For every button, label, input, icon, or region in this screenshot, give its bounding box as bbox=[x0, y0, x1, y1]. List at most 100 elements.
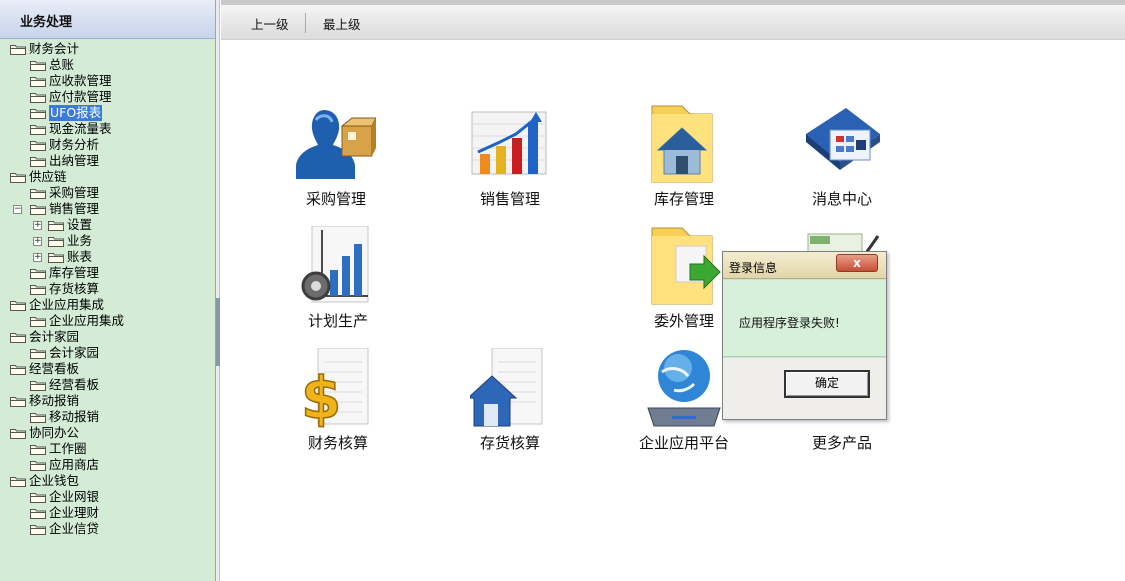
tree-item[interactable]: 财务会计 bbox=[0, 41, 215, 57]
tree-item[interactable]: 应付款管理 bbox=[0, 89, 215, 105]
expand-icon[interactable]: + bbox=[33, 221, 42, 230]
app-stock-accounting[interactable]: 存货核算 bbox=[440, 348, 560, 458]
tree-item-label: 经营看板 bbox=[29, 361, 80, 376]
app-outsourcing[interactable]: 委外管理 bbox=[614, 226, 734, 336]
dialog-message: 应用程序登录失败! bbox=[739, 316, 840, 330]
dialog-titlebar[interactable]: 登录信息 x bbox=[723, 252, 886, 279]
close-icon[interactable]: x bbox=[836, 254, 878, 272]
folder-icon bbox=[30, 317, 46, 327]
tree-item-label: 设置 bbox=[67, 217, 93, 232]
app-label: 销售管理 bbox=[479, 190, 540, 208]
tree-item[interactable]: + 账表 bbox=[0, 249, 215, 265]
folder-icon bbox=[30, 93, 46, 103]
app-label: 库存管理 bbox=[653, 190, 714, 208]
stock-accounting-icon bbox=[470, 348, 543, 427]
tree-item[interactable]: 工作圈 bbox=[0, 441, 215, 457]
app-message-center[interactable]: 消息中心 bbox=[772, 104, 892, 214]
folder-icon bbox=[10, 301, 26, 311]
app-enterprise-platform[interactable]: 企业应用平台 bbox=[614, 348, 734, 458]
folder-icon bbox=[30, 61, 46, 71]
tree-item[interactable]: 企业钱包 bbox=[0, 473, 215, 489]
sales-chart-icon bbox=[471, 111, 547, 175]
ok-button[interactable]: 确定 bbox=[784, 370, 870, 398]
folder-icon bbox=[30, 109, 46, 119]
tree-item-label: 会计家园 bbox=[29, 329, 80, 344]
toolbar: 上一级 最上级 bbox=[221, 0, 1125, 40]
tree-item-label: 出纳管理 bbox=[49, 153, 100, 168]
tree-item[interactable]: 会计家园 bbox=[0, 329, 215, 345]
expand-icon[interactable]: + bbox=[33, 253, 42, 262]
tree-item[interactable]: 现金流量表 bbox=[0, 121, 215, 137]
tree-item-label: 移动报销 bbox=[49, 409, 100, 424]
app-label: 消息中心 bbox=[811, 190, 872, 208]
tree-item[interactable]: 经营看板 bbox=[0, 377, 215, 393]
panel-splitter[interactable] bbox=[216, 0, 220, 581]
tree-item-label: 应付款管理 bbox=[49, 89, 112, 104]
folder-icon bbox=[30, 157, 46, 167]
folder-icon bbox=[10, 365, 26, 375]
app-inventory[interactable]: 库存管理 bbox=[614, 104, 734, 214]
tree-item[interactable]: 库存管理 bbox=[0, 265, 215, 281]
tree-item[interactable]: 企业网银 bbox=[0, 489, 215, 505]
tree-item[interactable]: 移动报销 bbox=[0, 409, 215, 425]
tree-item[interactable]: 出纳管理 bbox=[0, 153, 215, 169]
tree-item[interactable]: 采购管理 bbox=[0, 185, 215, 201]
tree-item-label: 移动报销 bbox=[29, 393, 80, 408]
folder-icon bbox=[10, 477, 26, 487]
app-label: 采购管理 bbox=[305, 190, 366, 208]
tree-item[interactable]: 存货核算 bbox=[0, 281, 215, 297]
tree-item[interactable]: 会计家园 bbox=[0, 345, 215, 361]
toolbar-separator bbox=[305, 13, 306, 33]
tree-item-label: 现金流量表 bbox=[49, 121, 112, 136]
tree-item-label: 供应链 bbox=[29, 169, 67, 184]
tree-item-label: 账表 bbox=[67, 249, 93, 264]
tree-item[interactable]: 应收款管理 bbox=[0, 73, 215, 89]
app-sales[interactable]: 销售管理 bbox=[440, 104, 560, 214]
top-level-button[interactable]: 最上级 bbox=[323, 14, 361, 33]
tree-item-label: 应收款管理 bbox=[49, 73, 112, 88]
tree-item[interactable]: 应用商店 bbox=[0, 457, 215, 473]
tree-item[interactable]: 总账 bbox=[0, 57, 215, 73]
tree-item[interactable]: 企业应用集成 bbox=[0, 313, 215, 329]
app-label: 存货核算 bbox=[479, 434, 540, 452]
folder-icon bbox=[48, 237, 64, 247]
app-finance-accounting[interactable]: $ 财务核算 bbox=[268, 348, 388, 458]
tree-item-label: 企业信贷 bbox=[49, 521, 100, 536]
tree-item[interactable]: 财务分析 bbox=[0, 137, 215, 153]
folder-icon bbox=[10, 429, 26, 439]
folder-icon bbox=[10, 333, 26, 343]
tree-item[interactable]: 协同办公 bbox=[0, 425, 215, 441]
tree-item[interactable]: 企业理财 bbox=[0, 505, 215, 521]
tree-item[interactable]: + 业务 bbox=[0, 233, 215, 249]
app-label: 计划生产 bbox=[307, 312, 368, 330]
nav-tree: 财务会计 总账 应收款管理 应付款管理 UFO报表 现金流量表 财务分析 出纳管理 供应链 采购管… bbox=[0, 39, 215, 537]
tree-item-label: 财务分析 bbox=[49, 137, 100, 152]
enterprise-platform-icon bbox=[647, 350, 721, 427]
tree-item-label: 采购管理 bbox=[49, 185, 100, 200]
tree-item-label: 企业应用集成 bbox=[29, 297, 105, 312]
splitter-collapse-handle[interactable] bbox=[216, 298, 220, 366]
folder-icon bbox=[30, 349, 46, 359]
expand-icon[interactable]: + bbox=[33, 237, 42, 246]
folder-icon bbox=[48, 221, 64, 231]
tree-item-label: 库存管理 bbox=[49, 265, 100, 280]
tree-item[interactable]: + 设置 bbox=[0, 217, 215, 233]
folder-icon bbox=[30, 189, 46, 199]
folder-icon bbox=[30, 141, 46, 151]
collapse-icon[interactable]: − bbox=[13, 205, 22, 214]
purchase-icon bbox=[296, 110, 376, 179]
tree-item[interactable]: 企业信贷 bbox=[0, 521, 215, 537]
tree-item[interactable]: 经营看板 bbox=[0, 361, 215, 377]
tree-item[interactable]: 企业应用集成 bbox=[0, 297, 215, 313]
tree-item[interactable]: − 销售管理 bbox=[0, 201, 215, 217]
tree-item[interactable]: 移动报销 bbox=[0, 393, 215, 409]
message-center-icon bbox=[806, 108, 880, 170]
app-purchase[interactable]: 采购管理 bbox=[266, 104, 386, 214]
up-level-button[interactable]: 上一级 bbox=[251, 14, 289, 33]
tree-item-label: 财务会计 bbox=[29, 41, 80, 56]
app-production-plan[interactable]: 计划生产 bbox=[268, 226, 388, 336]
tree-item[interactable]: UFO报表 bbox=[0, 105, 215, 121]
folder-icon bbox=[30, 205, 46, 215]
tree-item[interactable]: 供应链 bbox=[0, 169, 215, 185]
folder-icon bbox=[30, 285, 46, 295]
